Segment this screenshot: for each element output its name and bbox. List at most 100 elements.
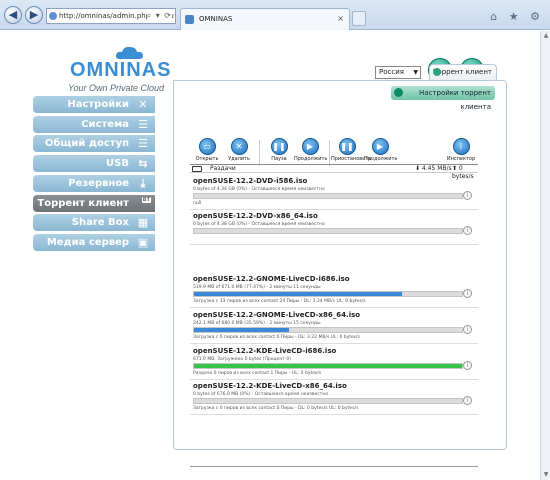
open-icon: ▭	[198, 138, 216, 155]
toolbar-divider	[329, 140, 330, 166]
toolbar-label: Пауза	[271, 156, 287, 162]
browser-tools[interactable]: ⌂ ★ ⚙	[490, 10, 544, 23]
logo-tagline: Your Own Private Cloud	[68, 83, 165, 93]
torrent-name: openSUSE-12.2-GNOME-LiveCD-x86_64.iso	[193, 311, 361, 319]
address-bar[interactable]: http://omninas/admin.php?menu ⌕ ▾ ⟳	[46, 8, 176, 24]
pause-all-button[interactable]: ❚❚ Приостановить	[331, 138, 371, 162]
sidebar-item-sharing[interactable]: Общий доступ ☰	[33, 135, 155, 152]
forward-button[interactable]: ▶	[25, 6, 43, 24]
torrent-list: openSUSE-12.2-DVD-i586.iso 0 bytes of 4.…	[190, 174, 478, 415]
play-icon: ▶	[371, 138, 389, 155]
pause-icon: ❚❚	[338, 138, 356, 155]
language-value: Россия	[379, 68, 404, 76]
browser-tab[interactable]: OMNINAS ×	[180, 8, 350, 30]
sidebar-item-torrent[interactable]: Торрент клиент BT	[33, 195, 155, 212]
info-icon[interactable]: i	[463, 226, 472, 235]
storage-icon: ☰	[138, 118, 148, 131]
torrent-row[interactable]: openSUSE-12.2-KDE-LiveCD-x86_64.iso 0 by…	[190, 379, 478, 415]
inspector-button[interactable]: i Инспектор	[445, 138, 477, 162]
toolbar-label: Продолжить	[294, 156, 328, 162]
sidebar-item-label: Общий доступ	[44, 138, 129, 149]
tools-icon: ✕	[138, 98, 148, 111]
pause-button[interactable]: ❚❚ Пауза	[263, 138, 295, 162]
resume-button[interactable]: ▶ Продолжить	[294, 138, 328, 162]
back-icon: ◀	[8, 8, 18, 21]
torrent-progress-text: 242.1 MB of 680.0 MB (35.59%) - 2 минуты…	[193, 321, 321, 326]
delete-button[interactable]: ✕ Удалить	[223, 138, 255, 162]
sidebar-item-label: Резервное	[68, 178, 129, 189]
usb-icon: ⇆	[138, 157, 148, 170]
torrent-peers-text: Загрузка с 0 пиров из всех contact 0 Пир…	[193, 406, 359, 411]
torrent-row[interactable]: openSUSE-12.2-DVD-i586.iso 0 bytes of 4.…	[190, 174, 478, 210]
info-icon[interactable]: i	[463, 191, 472, 200]
progress-fill	[194, 364, 462, 368]
toolbar-divider	[259, 140, 260, 166]
torrent-name: openSUSE-12.2-KDE-LiveCD-x86_64.iso	[193, 382, 347, 390]
bt-badge: BT	[141, 197, 151, 203]
scroll-up-icon[interactable]: ▲	[542, 32, 550, 40]
sidebar-item-sharebox[interactable]: Share Box ▦	[33, 214, 155, 231]
scroll-down-icon[interactable]: ▼	[542, 471, 550, 479]
download-speed: ⬇ 4.45 MB/s	[415, 165, 452, 172]
sidebar-item-backup[interactable]: Резервное ⤓	[33, 175, 155, 192]
filter-label[interactable]: Раздачи	[210, 165, 236, 173]
back-button[interactable]: ◀	[4, 6, 22, 24]
torrent-progress-text: 0 bytes of 4.38 GB (0%) - Оставшееся вре…	[193, 222, 325, 227]
address-tools[interactable]: ⌕ ▾ ⟳	[146, 9, 172, 23]
torrent-peers-text: Загрузка с 6 пиров из всех contact 6 Пир…	[193, 335, 361, 340]
sharebox-icon: ▦	[137, 216, 149, 229]
progress-bar	[193, 291, 463, 297]
sidebar-item-label: Настройки	[67, 99, 129, 110]
torrent-row[interactable]: openSUSE-12.2-GNOME-LiveCD-x86_64.iso 24…	[190, 308, 478, 344]
sidebar-item-usb[interactable]: USB ⇆	[33, 155, 155, 172]
progress-bar	[193, 228, 463, 234]
tab-torrent-client[interactable]: Торрент клиент	[429, 64, 497, 80]
filter-icon[interactable]	[192, 166, 202, 172]
page-scrollbar[interactable]: ▲ ▼	[540, 31, 550, 480]
progress-bar	[193, 398, 463, 404]
torrent-row[interactable]: openSUSE-12.2-KDE-LiveCD-i686.iso 671.0 …	[190, 344, 478, 380]
torrent-peers-text: null	[193, 201, 202, 206]
torrent-name: openSUSE-12.2-DVD-i586.iso	[193, 177, 308, 185]
open-button[interactable]: ▭ Открыть	[191, 138, 223, 162]
torrent-name: openSUSE-12.2-GNOME-LiveCD-i686.iso	[193, 275, 350, 283]
panel-footer-divider	[190, 466, 478, 467]
info-icon[interactable]: i	[463, 325, 472, 334]
torrent-progress-text: 0 bytes of 676.0 MB (0%) - Оставшееся вр…	[193, 392, 329, 397]
share-icon: ☰	[138, 137, 148, 150]
close-tab-button[interactable]: ×	[337, 9, 344, 29]
torrent-name: openSUSE-12.2-KDE-LiveCD-i686.iso	[193, 347, 337, 355]
sidebar-item-storage[interactable]: Система хранения ☰	[33, 116, 155, 147]
forward-icon: ▶	[29, 8, 39, 21]
sidebar-item-media[interactable]: Медиа сервер ▣	[33, 234, 155, 251]
info-icon[interactable]: i	[463, 361, 472, 370]
sidebar-item-label: Share Box	[71, 217, 129, 228]
language-select[interactable]: Россия ▼	[375, 66, 421, 79]
torrent-progress-text: 671.0 MB, Загружено 0 bytes (Процент 0)	[193, 357, 291, 362]
resume-all-button[interactable]: ▶ Продолжить	[364, 138, 397, 162]
pause-icon: ❚❚	[270, 138, 288, 155]
torrent-row[interactable]: openSUSE-12.2-GNOME-LiveCD-i686.iso 519.…	[190, 272, 478, 308]
progress-bar	[193, 327, 463, 333]
backup-icon: ⤓	[140, 177, 146, 190]
sidebar-item-settings[interactable]: Настройки ✕	[33, 96, 155, 113]
toolbar-label: Удалить	[228, 156, 250, 162]
progress-bar	[193, 363, 463, 369]
info-icon[interactable]: i	[463, 289, 472, 298]
favicon-icon	[185, 15, 194, 24]
browser-chrome: ◀ ▶ http://omninas/admin.php?menu ⌕ ▾ ⟳ …	[0, 0, 550, 30]
play-icon: ▶	[301, 138, 319, 155]
sidebar-item-label: USB	[106, 158, 129, 169]
close-icon: ✕	[230, 138, 248, 155]
torrent-settings-button[interactable]: Настройки торрент клиента	[391, 86, 495, 111]
sidebar-item-label: Медиа сервер	[46, 237, 129, 248]
toolbar-label: Инспектор	[446, 156, 476, 162]
sidebar-item-label: Торрент клиент	[37, 198, 129, 209]
torrent-row[interactable]: openSUSE-12.2-DVD-x86_64.iso 0 bytes of …	[190, 209, 478, 245]
torrent-peers-text: Загрузка с 13 пиров из всех contact 24 П…	[193, 299, 366, 304]
logo-name: OMNINAS	[70, 59, 172, 81]
status-bar: Раздачи ⬇ 4.45 MB/s ⬆ 0 bytes/s	[190, 164, 478, 180]
new-tab-button[interactable]	[352, 11, 366, 26]
info-icon[interactable]: i	[463, 396, 472, 405]
toolbar-label: Открыть	[195, 156, 219, 162]
